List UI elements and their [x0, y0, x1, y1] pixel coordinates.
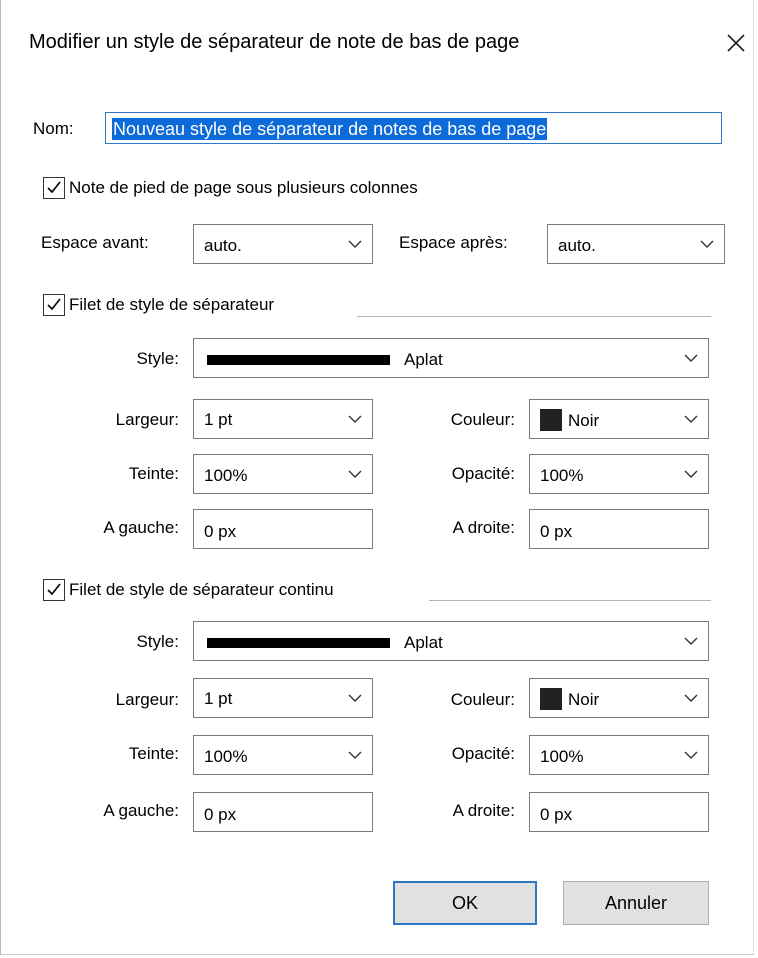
- checkmark-icon: [47, 181, 61, 194]
- continuous-right-value: 0 px: [540, 805, 573, 824]
- left-indent-label: A gauche:: [103, 801, 179, 820]
- separator-tint-select[interactable]: 100%: [193, 454, 373, 494]
- continuous-tint-value: 100%: [204, 747, 248, 766]
- checkmark-icon: [47, 298, 61, 311]
- separator-width-select[interactable]: 1 pt: [193, 399, 373, 439]
- chevron-down-icon: [348, 694, 362, 702]
- style-label: Style:: [136, 349, 179, 368]
- title-bar: Modifier un style de séparateur de note …: [1, 0, 753, 86]
- group-divider: [357, 316, 711, 317]
- ok-button[interactable]: OK: [393, 881, 537, 925]
- chevron-down-icon: [348, 240, 362, 248]
- continuous-opacity-select[interactable]: 100%: [529, 735, 709, 775]
- multi-column-checkbox[interactable]: [43, 177, 65, 199]
- stroke-preview: [207, 355, 390, 365]
- space-after-select[interactable]: auto.: [547, 224, 725, 264]
- space-after-value: auto.: [558, 236, 596, 255]
- dialog-title: Modifier un style de séparateur de note …: [29, 31, 520, 53]
- cancel-button[interactable]: Annuler: [563, 881, 709, 925]
- separator-tint-value: 100%: [204, 466, 248, 485]
- chevron-down-icon: [348, 470, 362, 478]
- chevron-down-icon: [684, 470, 698, 478]
- separator-right-input[interactable]: 0 px: [529, 509, 709, 549]
- chevron-down-icon: [684, 637, 698, 645]
- checkmark-icon: [47, 583, 61, 596]
- continuous-left-input[interactable]: 0 px: [193, 792, 373, 832]
- left-indent-label: A gauche:: [103, 518, 179, 537]
- continuous-width-select[interactable]: 1 pt: [193, 678, 373, 718]
- color-swatch: [540, 409, 562, 431]
- chevron-down-icon: [700, 240, 714, 248]
- chevron-down-icon: [684, 694, 698, 702]
- tint-label: Teinte:: [128, 464, 179, 483]
- continuous-rule-label: Filet de style de séparateur continu: [69, 580, 334, 599]
- name-input[interactable]: Nouveau style de séparateur de notes de …: [105, 112, 722, 144]
- footnote-separator-dialog: Modifier un style de séparateur de note …: [0, 0, 754, 955]
- chevron-down-icon: [684, 415, 698, 423]
- separator-left-value: 0 px: [204, 522, 237, 541]
- separator-width-value: 1 pt: [204, 410, 233, 429]
- name-label: Nom:: [33, 119, 74, 138]
- chevron-down-icon: [348, 751, 362, 759]
- chevron-down-icon: [684, 751, 698, 759]
- style-label: Style:: [136, 632, 179, 651]
- space-before-value: auto.: [204, 236, 242, 255]
- separator-style-value: Aplat: [404, 350, 443, 369]
- opacity-label: Opacité:: [451, 464, 515, 483]
- continuous-opacity-value: 100%: [540, 747, 584, 766]
- continuous-rule-checkbox[interactable]: [43, 579, 65, 601]
- separator-color-value: Noir: [568, 411, 600, 430]
- color-label: Couleur:: [450, 690, 515, 709]
- color-label: Couleur:: [450, 410, 515, 429]
- space-before-label: Espace avant:: [41, 233, 149, 252]
- continuous-color-select[interactable]: Noir: [529, 678, 709, 718]
- separator-style-select[interactable]: Aplat: [193, 338, 709, 378]
- close-button[interactable]: [719, 26, 753, 60]
- separator-right-value: 0 px: [540, 522, 573, 541]
- stroke-preview: [207, 638, 390, 648]
- continuous-style-select[interactable]: Aplat: [193, 621, 709, 661]
- continuous-right-input[interactable]: 0 px: [529, 792, 709, 832]
- continuous-left-value: 0 px: [204, 805, 237, 824]
- separator-opacity-select[interactable]: 100%: [529, 454, 709, 494]
- separator-left-input[interactable]: 0 px: [193, 509, 373, 549]
- chevron-down-icon: [348, 415, 362, 423]
- right-indent-label: A droite:: [452, 518, 515, 537]
- chevron-down-icon: [684, 354, 698, 362]
- continuous-tint-select[interactable]: 100%: [193, 735, 373, 775]
- close-icon: [727, 34, 745, 52]
- separator-rule-checkbox[interactable]: [43, 294, 65, 316]
- right-indent-label: A droite:: [452, 801, 515, 820]
- group-divider: [429, 600, 711, 601]
- continuous-width-value: 1 pt: [204, 689, 233, 708]
- separator-opacity-value: 100%: [540, 466, 584, 485]
- tint-label: Teinte:: [128, 744, 179, 763]
- space-before-select[interactable]: auto.: [193, 224, 373, 264]
- width-label: Largeur:: [115, 410, 179, 429]
- separator-rule-label: Filet de style de séparateur: [69, 295, 275, 314]
- color-swatch: [540, 688, 562, 710]
- opacity-label: Opacité:: [451, 744, 515, 763]
- multi-column-label: Note de pied de page sous plusieurs colo…: [69, 178, 418, 197]
- continuous-style-value: Aplat: [404, 633, 443, 652]
- separator-color-select[interactable]: Noir: [529, 399, 709, 439]
- width-label: Largeur:: [115, 690, 179, 709]
- space-after-label: Espace après:: [399, 233, 508, 252]
- name-input-value: Nouveau style de séparateur de notes de …: [112, 118, 548, 140]
- continuous-color-value: Noir: [568, 690, 600, 709]
